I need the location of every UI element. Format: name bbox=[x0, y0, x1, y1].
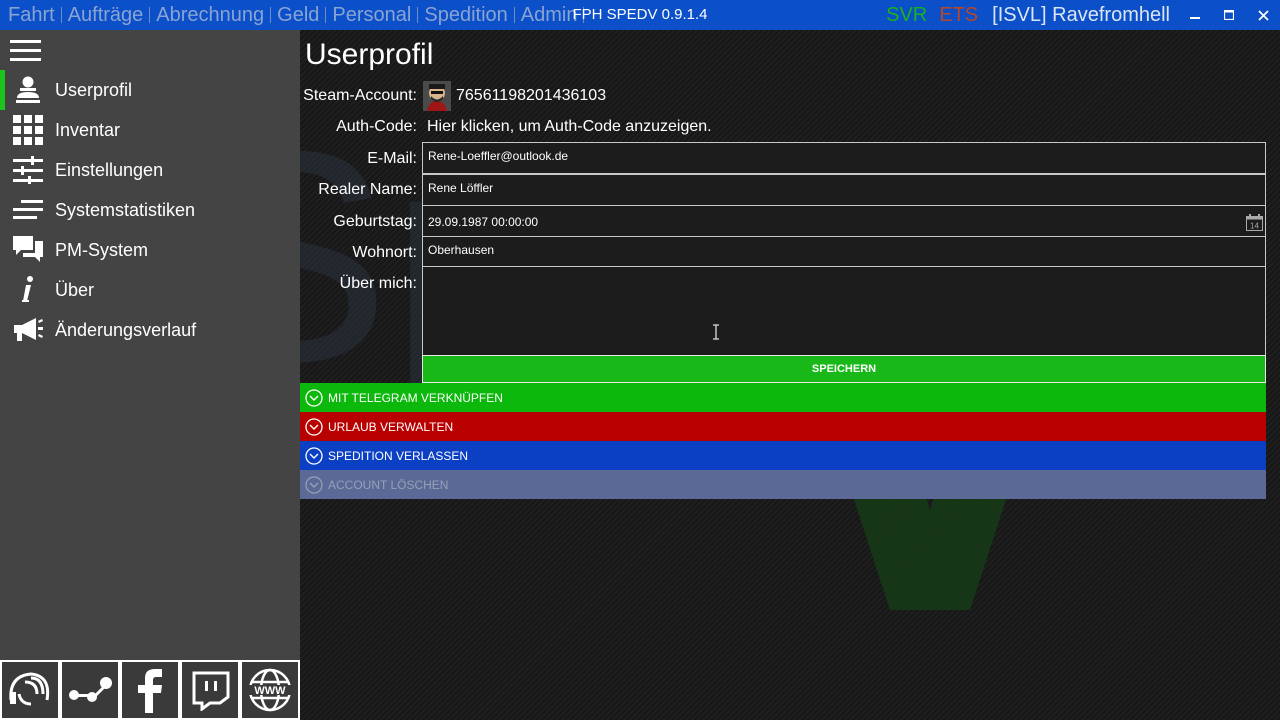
top-menu: Fahrt Aufträge Abrechnung Geld Personal … bbox=[0, 0, 585, 30]
chevron-down-icon bbox=[305, 388, 323, 407]
maximize-button[interactable] bbox=[1212, 0, 1246, 30]
sliders-icon bbox=[0, 150, 55, 190]
teamspeak-icon[interactable] bbox=[0, 660, 60, 720]
megaphone-icon bbox=[0, 310, 55, 350]
steam-id: 76561198201436103 bbox=[456, 87, 607, 104]
menu-admin[interactable]: Admin bbox=[515, 0, 584, 30]
menu-personal[interactable]: Personal bbox=[326, 0, 417, 30]
close-button[interactable] bbox=[1246, 0, 1280, 30]
lines-icon bbox=[0, 190, 55, 230]
menu-spedition[interactable]: Spedition bbox=[418, 0, 513, 30]
minimize-button[interactable] bbox=[1178, 0, 1212, 30]
expander-label: MIT TELEGRAM VERKNÜPFEN bbox=[328, 390, 503, 405]
calendar-day: 14 bbox=[1250, 222, 1259, 231]
text-cursor-icon bbox=[713, 324, 719, 340]
telegram-expander[interactable]: MIT TELEGRAM VERKNÜPFEN bbox=[300, 383, 1266, 412]
city-field[interactable]: Oberhausen bbox=[422, 236, 1266, 268]
menu-separator bbox=[583, 7, 585, 23]
email-field[interactable]: Rene-Loeffler@outlook.de bbox=[422, 142, 1266, 174]
auth-code-label: Auth-Code: bbox=[336, 118, 417, 135]
marker bbox=[0, 310, 5, 350]
steam-account-label: Steam-Account: bbox=[303, 87, 417, 104]
expander-label: URLAUB VERWALTEN bbox=[328, 419, 454, 434]
sidebar-item-ueber[interactable]: Über bbox=[0, 270, 300, 310]
real-name-label: Realer Name: bbox=[318, 181, 417, 198]
email-label: E-Mail: bbox=[367, 150, 417, 167]
steam-icon[interactable] bbox=[60, 660, 120, 720]
chat-icon bbox=[0, 230, 55, 270]
auth-code-link[interactable]: Hier klicken, um Auth-Code anzuzeigen. bbox=[427, 118, 712, 136]
footer-links: WWW bbox=[0, 660, 300, 720]
sidebar-item-inventar[interactable]: Inventar bbox=[0, 110, 300, 150]
www-icon[interactable]: WWW bbox=[240, 660, 300, 720]
sidebar-item-einstellungen[interactable]: Einstellungen bbox=[0, 150, 300, 190]
facebook-icon[interactable] bbox=[120, 660, 180, 720]
delete-account-expander: ACCOUNT LÖSCHEN bbox=[300, 470, 1266, 499]
twitch-icon[interactable] bbox=[180, 660, 240, 720]
sidebar: Userprofil Inventar Einstellungen System… bbox=[0, 30, 300, 720]
menu-geld[interactable]: Geld bbox=[271, 0, 325, 30]
close-icon bbox=[1257, 9, 1269, 21]
steam-avatar bbox=[423, 81, 451, 111]
marker bbox=[0, 150, 5, 190]
about-me-textarea[interactable] bbox=[422, 266, 1266, 356]
sidebar-item-label: Inventar bbox=[55, 119, 121, 140]
minimize-icon bbox=[1190, 17, 1200, 19]
expander-label: ACCOUNT LÖSCHEN bbox=[328, 477, 449, 492]
chevron-down-icon bbox=[305, 475, 323, 494]
about-me-label: Über mich: bbox=[339, 275, 417, 292]
birthday-label: Geburtstag: bbox=[333, 213, 417, 230]
sidebar-item-label: Einstellungen bbox=[55, 159, 164, 180]
user-icon bbox=[0, 70, 55, 110]
sidebar-item-userprofil[interactable]: Userprofil bbox=[0, 70, 300, 110]
grid-icon bbox=[0, 110, 55, 150]
sidebar-item-label: Änderungsverlauf bbox=[55, 319, 197, 340]
birthday-picker[interactable]: 29.09.1987 00:00:00 14 bbox=[422, 205, 1266, 237]
active-marker bbox=[0, 70, 5, 110]
marker bbox=[0, 110, 5, 150]
sidebar-item-label: Über bbox=[55, 279, 95, 300]
chevron-down-icon bbox=[305, 446, 323, 465]
maximize-icon bbox=[1224, 10, 1234, 20]
game-svr-link[interactable]: SVR bbox=[886, 4, 927, 27]
sidebar-item-label: Systemstatistiken bbox=[55, 199, 196, 220]
title-bar: Fahrt Aufträge Abrechnung Geld Personal … bbox=[0, 0, 1280, 30]
game-ets-link[interactable]: ETS bbox=[939, 4, 978, 27]
vacation-expander[interactable]: URLAUB VERWALTEN bbox=[300, 412, 1266, 441]
menu-abrechnung[interactable]: Abrechnung bbox=[150, 0, 270, 30]
marker bbox=[0, 270, 5, 310]
sidebar-item-label: Userprofil bbox=[55, 79, 133, 100]
marker bbox=[0, 230, 5, 270]
page-title: Userprofil bbox=[305, 38, 434, 71]
title-right: SVR ETS [ISVL] Ravefromhell bbox=[886, 0, 1280, 30]
svg-text:WWW: WWW bbox=[254, 685, 286, 697]
main-content: Sped Userprofil Steam-Account: 765611982… bbox=[300, 30, 1280, 720]
sidebar-item-aenderungsverlauf[interactable]: Änderungsverlauf bbox=[0, 310, 300, 350]
menu-fahrt[interactable]: Fahrt bbox=[2, 0, 61, 30]
marker bbox=[0, 190, 5, 230]
sidebar-item-systemstatistiken[interactable]: Systemstatistiken bbox=[0, 190, 300, 230]
calendar-icon[interactable]: 14 bbox=[1246, 214, 1263, 231]
user-name[interactable]: [ISVL] Ravefromhell bbox=[992, 4, 1170, 27]
real-name-field[interactable]: Rene Löffler bbox=[422, 174, 1266, 206]
sidebar-nav: Userprofil Inventar Einstellungen System… bbox=[0, 70, 300, 350]
save-button[interactable]: SPEICHERN bbox=[422, 355, 1266, 383]
city-label: Wohnort: bbox=[352, 244, 417, 261]
expander-label: SPEDITION VERLASSEN bbox=[328, 448, 469, 463]
leave-company-expander[interactable]: SPEDITION VERLASSEN bbox=[300, 441, 1266, 470]
birthday-value: 29.09.1987 00:00:00 bbox=[428, 215, 539, 229]
chevron-down-icon bbox=[305, 417, 323, 436]
info-icon bbox=[0, 270, 55, 310]
sidebar-item-pm-system[interactable]: PM-System bbox=[0, 230, 300, 270]
menu-auftraege[interactable]: Aufträge bbox=[62, 0, 150, 30]
sidebar-item-label: PM-System bbox=[55, 239, 149, 260]
hamburger-menu-icon[interactable] bbox=[10, 40, 41, 62]
